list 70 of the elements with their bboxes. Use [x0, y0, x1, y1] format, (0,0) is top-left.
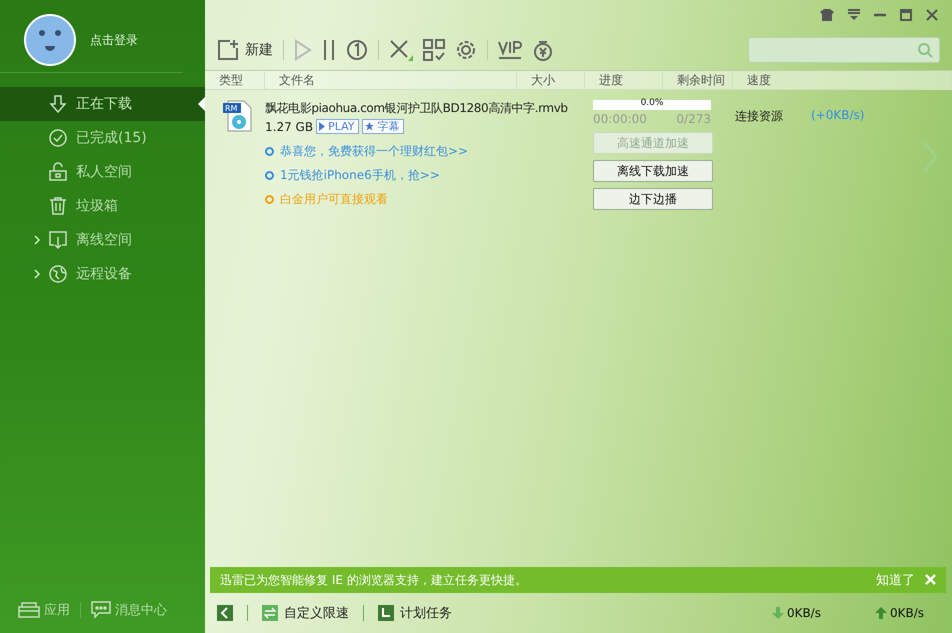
chat-bubble-icon: [91, 601, 111, 619]
progress-text: 0.0%: [640, 98, 664, 108]
search-field[interactable]: [748, 37, 940, 63]
sidebar-item[interactable]: 正在下载: [0, 87, 205, 121]
column-header[interactable]: 文件名: [265, 72, 517, 88]
task-status: 连接资源: [735, 108, 783, 125]
pointer-icon: [198, 97, 205, 111]
sidebar-item[interactable]: 已完成(15): [0, 121, 205, 155]
sidebar-item[interactable]: 远程设备: [0, 257, 205, 291]
unlocked-padlock-icon: [48, 162, 68, 182]
monitor-download-icon: [48, 230, 68, 250]
grid-icon[interactable]: [423, 39, 445, 61]
maximize-icon[interactable]: [900, 9, 912, 21]
elapsed-time: 00:00:00: [593, 112, 647, 126]
play-icon: [319, 122, 326, 131]
dismiss-link[interactable]: 知道了: [876, 571, 915, 589]
apps-button[interactable]: 应用: [18, 601, 70, 619]
chevron-icon[interactable]: [34, 269, 40, 279]
trash-icon: [48, 196, 68, 216]
new-file-icon: [217, 39, 239, 61]
action-button[interactable]: 边下边播: [593, 188, 713, 210]
close-icon[interactable]: [926, 9, 938, 21]
column-header[interactable]: 速度: [733, 72, 952, 88]
file-name: 飘花电影piaohua.com银河护卫队BD1280高清中字.rmvb: [265, 100, 569, 117]
column-header[interactable]: 大小: [517, 72, 585, 88]
new-task-button[interactable]: 新建: [217, 39, 273, 61]
column-header[interactable]: 剩余时间: [663, 72, 733, 88]
chevron-icon[interactable]: [34, 235, 40, 245]
vip-icon[interactable]: [498, 39, 522, 61]
up-arrow-icon: [874, 607, 887, 619]
action-button[interactable]: 离线下载加速: [593, 160, 713, 182]
sidebar-item[interactable]: 离线空间: [0, 223, 205, 257]
menu-icon[interactable]: [848, 9, 860, 21]
close-icon: [925, 574, 936, 584]
sidebar-item[interactable]: 垃圾箱: [0, 189, 205, 223]
column-header[interactable]: 类型: [205, 72, 265, 88]
task-speed: (+0KB/s): [811, 108, 864, 124]
download-speed: 0KB/s: [772, 606, 821, 620]
gear-icon[interactable]: [455, 39, 477, 61]
upload-speed: 0KB/s: [874, 606, 924, 620]
notification-text: 迅雷已为您智能修复 IE 的浏览器支持，建立任务更快捷。: [220, 572, 527, 588]
skin-icon[interactable]: [820, 9, 834, 21]
schedule-button[interactable]: 计划任务: [378, 604, 452, 622]
check-circle-icon: [48, 128, 68, 148]
search-icon: [917, 42, 933, 58]
column-header[interactable]: 进度: [585, 72, 663, 88]
collapse-icon[interactable]: [217, 605, 233, 621]
file-type-label: RM: [225, 104, 238, 113]
play-tag[interactable]: PLAY: [316, 119, 360, 134]
swap-arrows-icon: [264, 607, 276, 619]
pause-icon[interactable]: [322, 39, 336, 61]
promo-link[interactable]: 恭喜您，免费获得一个理财红包>>: [280, 142, 468, 160]
sidebar-item[interactable]: 私人空间: [0, 155, 205, 189]
apps-icon: [18, 601, 40, 619]
download-icon: [48, 94, 68, 114]
messages-button[interactable]: 消息中心: [91, 601, 167, 619]
avatar[interactable]: [24, 14, 76, 66]
login-link[interactable]: 点击登录: [90, 32, 138, 48]
down-arrow-icon: [772, 607, 784, 619]
promo-link[interactable]: 1元钱抢iPhone6手机，抢>>: [280, 166, 440, 184]
one-circle-icon[interactable]: [346, 39, 368, 61]
star-icon: [365, 122, 374, 131]
piece-count: 0/273: [676, 112, 711, 126]
delete-icon[interactable]: [389, 39, 413, 61]
globe-icon: [48, 264, 68, 284]
money-bag-icon[interactable]: [532, 39, 554, 61]
corner-icon: [380, 607, 392, 619]
file-size: 1.27 GB: [265, 120, 314, 134]
speed-limit-button[interactable]: 自定义限速: [262, 604, 349, 622]
subtitle-tag[interactable]: 字幕: [362, 119, 404, 134]
